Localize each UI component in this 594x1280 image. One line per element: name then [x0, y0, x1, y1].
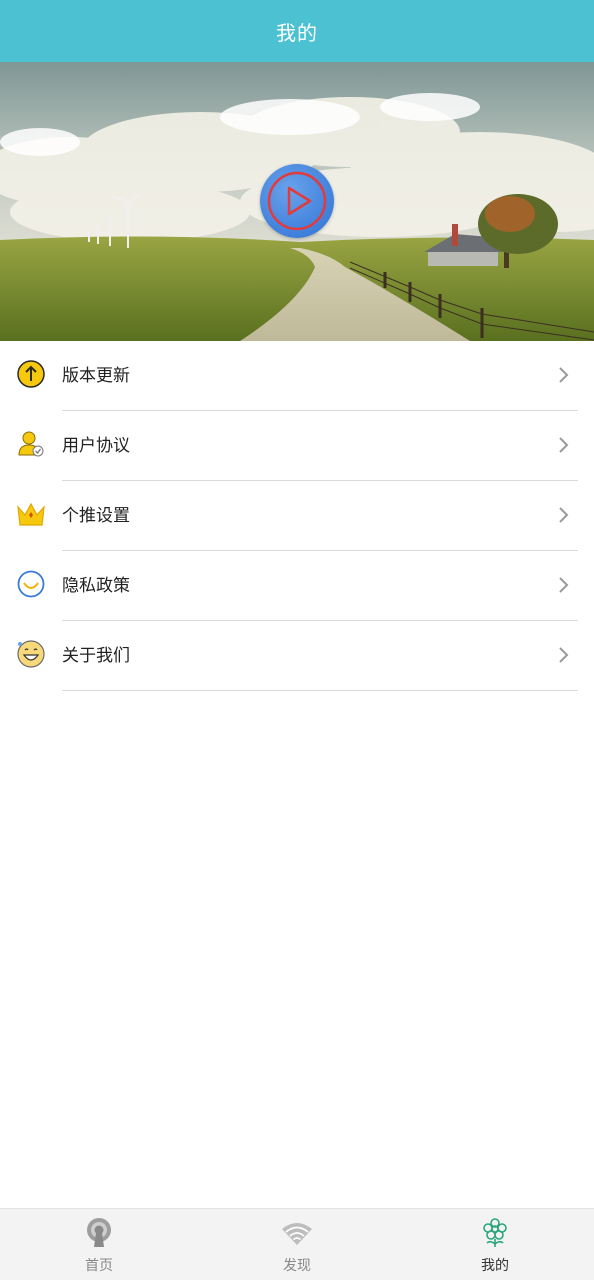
- chevron-right-icon: [559, 367, 569, 383]
- menu-item-version-update[interactable]: 版本更新: [0, 341, 594, 411]
- chevron-right-icon: [559, 437, 569, 453]
- menu-item-label: 用户协议: [62, 436, 130, 456]
- menu-item-user-agreement[interactable]: 用户协议: [0, 411, 594, 481]
- menu-item-privacy-policy[interactable]: 隐私政策: [0, 551, 594, 621]
- tab-label: 首页: [85, 1258, 113, 1274]
- tab-discover[interactable]: 发现: [198, 1209, 396, 1280]
- wifi-icon: [282, 1223, 312, 1245]
- tab-label: 我的: [481, 1258, 509, 1274]
- chevron-right-icon: [559, 507, 569, 523]
- page-title: 我的: [276, 20, 318, 45]
- tab-label: 发现: [283, 1258, 311, 1274]
- tab-mine[interactable]: 我的: [396, 1209, 594, 1280]
- bottom-tab-bar: 首页 发现 我的: [0, 1208, 594, 1280]
- laughing-face-icon: [17, 640, 45, 668]
- divider: [62, 690, 578, 691]
- menu-item-label: 隐私政策: [62, 576, 130, 596]
- home-icon: [87, 1218, 111, 1247]
- title-bar: 我的: [0, 0, 594, 62]
- play-button[interactable]: [260, 164, 334, 238]
- crown-icon: [17, 502, 45, 526]
- tab-home[interactable]: 首页: [0, 1209, 198, 1280]
- flower-icon: [483, 1218, 507, 1247]
- menu-item-label: 关于我们: [62, 646, 130, 666]
- menu-item-push-settings[interactable]: 个推设置: [0, 481, 594, 551]
- user-check-icon: [18, 431, 44, 457]
- menu-item-label: 版本更新: [62, 366, 130, 386]
- chevron-right-icon: [559, 647, 569, 663]
- menu-item-label: 个推设置: [62, 506, 130, 526]
- app-root: 我的 版本更新 用户协议 个推设置 隐私政策 关于我们 首页 发现 我的: [0, 0, 594, 1280]
- chevron-right-icon: [559, 577, 569, 593]
- settings-menu: 版本更新 用户协议 个推设置 隐私政策 关于我们: [0, 341, 594, 691]
- upload-arrow-icon: [17, 360, 45, 388]
- smile-circle-icon: [17, 570, 45, 598]
- play-icon: [267, 171, 327, 231]
- menu-item-about-us[interactable]: 关于我们: [0, 621, 594, 691]
- banner-video[interactable]: [0, 62, 594, 341]
